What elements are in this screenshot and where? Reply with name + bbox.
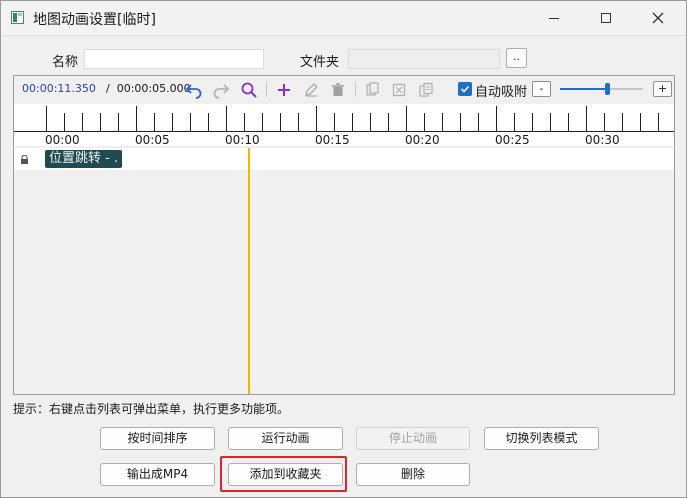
total-time: / 00:00:05.000 — [106, 82, 191, 95]
delete-icon — [332, 83, 344, 96]
zoom-slider-fill — [560, 88, 605, 90]
delete-item-button[interactable] — [328, 80, 348, 100]
timeline-panel: 00:00:11.350 / 00:00:05.000 自动吸附 - + 00:… — [13, 75, 675, 395]
ruler-label: 00:05 — [135, 133, 170, 146]
sort-by-time-button[interactable]: 按时间排序 — [100, 427, 215, 450]
paste-icon — [392, 83, 406, 97]
maximize-icon — [601, 13, 611, 23]
browse-folder-button[interactable]: .. — [506, 48, 527, 68]
name-label: 名称 — [52, 55, 79, 70]
maximize-button[interactable] — [583, 1, 629, 35]
toolbar-divider — [355, 82, 356, 97]
zoom-in-button[interactable]: + — [653, 81, 672, 97]
title-bar: 地图动画设置[临时] — [1, 1, 686, 36]
checkmark-icon — [460, 85, 470, 93]
add-icon — [278, 84, 290, 96]
time-separator: / — [106, 82, 110, 95]
snap-label: 自动吸附 — [475, 85, 528, 100]
duplicate-button[interactable] — [416, 80, 436, 100]
window-title: 地图动画设置[临时] — [33, 12, 156, 28]
copy-icon — [366, 82, 379, 96]
paste-button[interactable] — [389, 80, 409, 100]
export-mp4-button[interactable]: 输出成MP4 — [100, 463, 215, 486]
dialog-window: 地图动画设置[临时] 名称 文件夹 .. 00:00:11.350 / 00:0… — [0, 0, 687, 498]
ruler-label: 00:20 — [405, 133, 440, 146]
search-icon — [241, 82, 257, 98]
ruler-label: 00:30 — [585, 133, 620, 146]
duplicate-icon — [419, 82, 433, 97]
minimize-button[interactable] — [531, 1, 577, 35]
playhead[interactable] — [248, 148, 250, 394]
run-animation-button[interactable]: 运行动画 — [228, 427, 343, 450]
zoom-slider-thumb[interactable] — [605, 83, 610, 95]
redo-button[interactable] — [211, 80, 231, 100]
zoom-slider[interactable] — [560, 83, 643, 95]
snap-checkbox[interactable] — [458, 82, 472, 96]
close-icon — [652, 12, 664, 24]
edit-button[interactable] — [301, 80, 321, 100]
toolbar-divider — [266, 82, 267, 97]
undo-button[interactable] — [184, 80, 204, 100]
minimize-icon — [549, 17, 559, 19]
toggle-list-mode-button[interactable]: 切换列表模式 — [484, 427, 599, 450]
timeline-toolbar: 00:00:11.350 / 00:00:05.000 自动吸附 - + — [14, 76, 674, 104]
add-button[interactable] — [274, 80, 294, 100]
folder-label: 文件夹 — [300, 55, 340, 70]
edit-icon — [305, 83, 318, 97]
undo-icon — [185, 84, 202, 99]
stop-animation-button[interactable]: 停止动画 — [356, 427, 470, 450]
folder-input[interactable] — [348, 49, 500, 69]
close-button[interactable] — [635, 1, 681, 35]
time-ruler[interactable]: 00:00 00:05 00:10 00:15 00:20 00:25 00:30 — [14, 104, 674, 146]
ruler-label: 00:10 — [225, 133, 260, 146]
delete-button[interactable]: 删除 — [356, 463, 470, 486]
lock-icon — [21, 155, 28, 164]
ruler-label: 00:25 — [495, 133, 530, 146]
zoom-out-button[interactable]: - — [532, 81, 551, 97]
highlight-box — [220, 456, 347, 492]
app-icon — [11, 11, 24, 24]
redo-icon — [213, 84, 230, 99]
track-row[interactable]: 位置跳转 - . — [14, 148, 674, 170]
copy-button[interactable] — [362, 80, 382, 100]
hint-text: 提示：右键点击列表可弹出菜单，执行更多功能项。 — [13, 402, 290, 416]
total-time-value: 00:00:05.000 — [116, 82, 191, 95]
search-button[interactable] — [239, 80, 259, 100]
current-time: 00:00:11.350 — [22, 82, 96, 95]
ruler-label: 00:00 — [45, 133, 80, 146]
ruler-ticks: 00:00 00:05 00:10 00:15 00:20 00:25 00:30 — [14, 106, 674, 146]
ruler-label: 00:15 — [315, 133, 350, 146]
name-input[interactable] — [84, 49, 264, 69]
animation-clip[interactable]: 位置跳转 - . — [45, 150, 123, 168]
